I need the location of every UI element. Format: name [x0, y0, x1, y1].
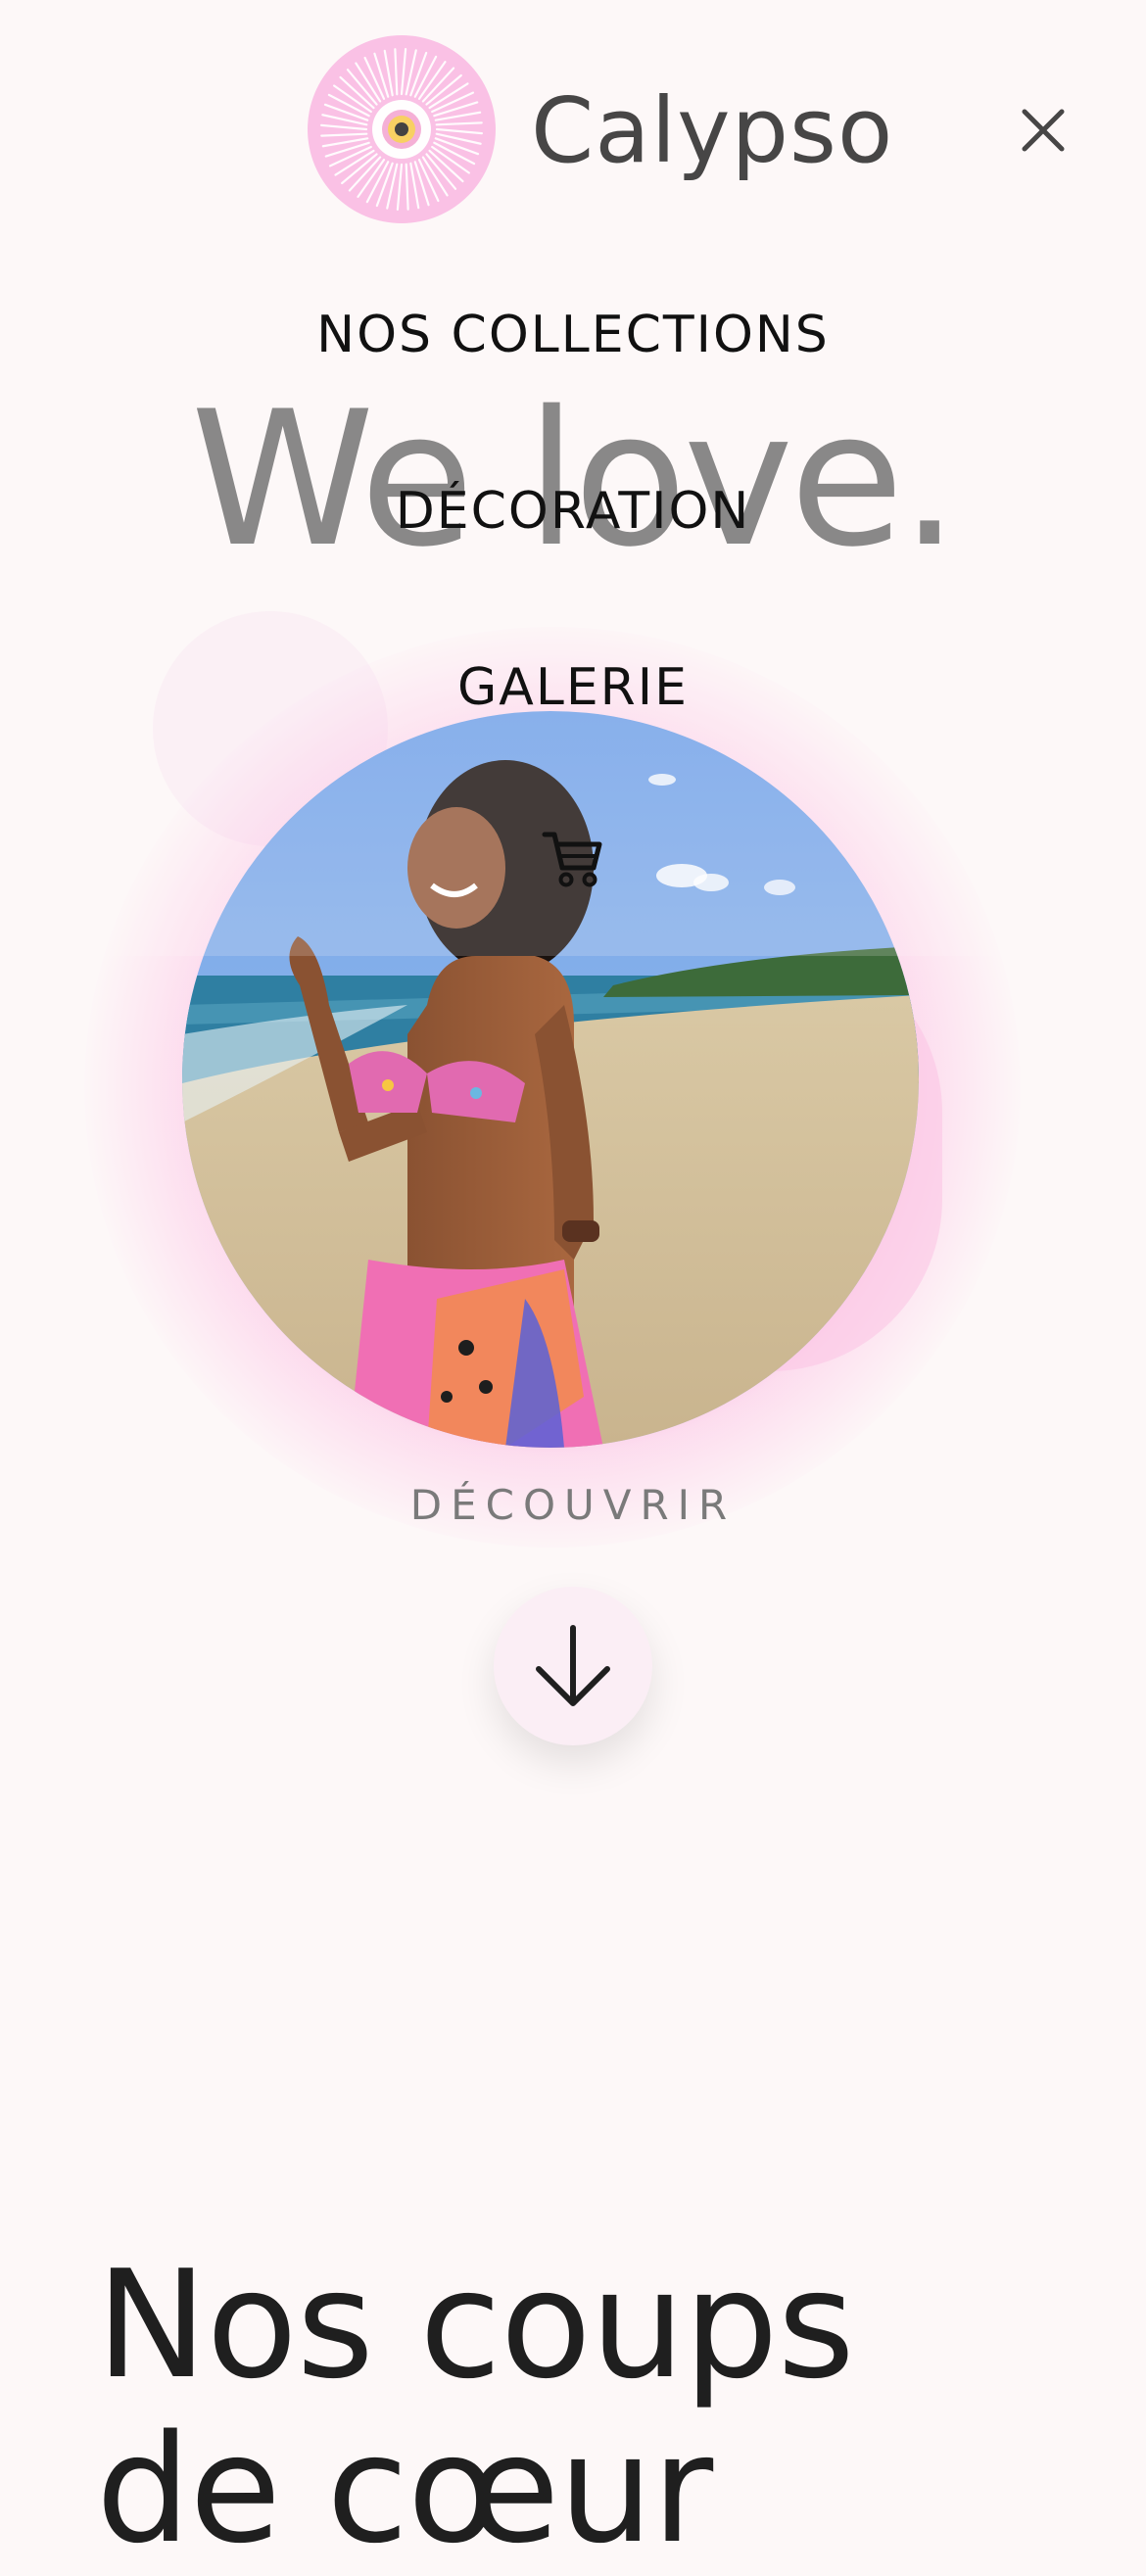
menu-item-gallery[interactable]: GALERIE	[0, 658, 1146, 717]
arrow-down-icon	[536, 1625, 610, 1706]
section-title: Nos coups de cœur	[96, 2238, 855, 2576]
scroll-down-button[interactable]	[494, 1587, 652, 1745]
cart-icon	[542, 832, 602, 887]
discover-link[interactable]: DÉCOUVRIR	[0, 1481, 1146, 1529]
menu-item-collections[interactable]: NOS COLLECTIONS	[0, 306, 1146, 364]
menu-overlay	[0, 0, 1146, 956]
cart-button[interactable]	[541, 827, 605, 891]
menu-item-decoration[interactable]: DÉCORATION	[0, 482, 1146, 541]
